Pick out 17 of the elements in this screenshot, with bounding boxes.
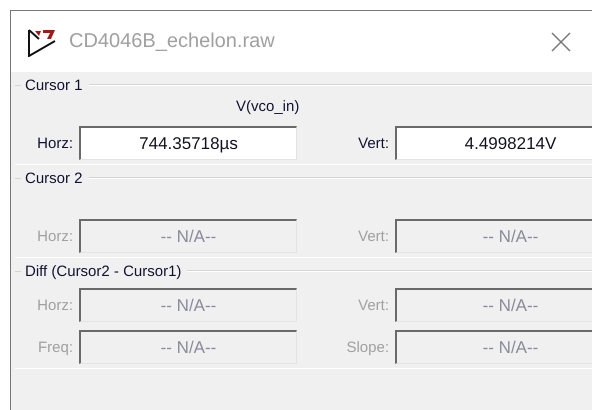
group-title: Cursor 2 xyxy=(24,170,84,186)
field-label: Slope: xyxy=(345,338,389,356)
field-label: Horz: xyxy=(36,134,73,152)
field-label: Horz: xyxy=(36,228,73,244)
close-icon[interactable] xyxy=(550,30,572,52)
field-label: Vert: xyxy=(357,228,389,244)
value-field[interactable]: 744.35718µs xyxy=(79,126,297,160)
window-title: CD4046B_echelon.raw xyxy=(69,30,276,53)
value-field[interactable]: 4.4998214V xyxy=(395,126,592,160)
field-label: Vert: xyxy=(357,296,389,314)
app-logo-icon xyxy=(27,26,57,56)
group-title: Diff (Cursor2 - Cursor1) xyxy=(24,262,182,280)
trace-name: V(vco_in) xyxy=(236,98,300,117)
field-label: Horz: xyxy=(36,296,73,314)
group-title: Cursor 1 xyxy=(24,76,84,94)
field-label: Freq: xyxy=(36,338,73,356)
field-label: Vert: xyxy=(357,134,389,152)
